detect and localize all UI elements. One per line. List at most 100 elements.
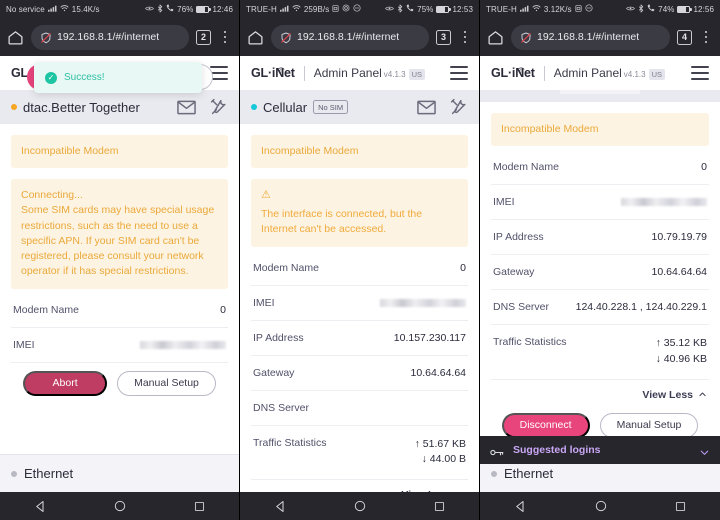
back-icon[interactable] [273, 499, 288, 514]
address-bar[interactable]: 192.168.8.1/#/internet [31, 24, 189, 50]
disconnect-button[interactable]: Disconnect [501, 412, 590, 438]
connection-section-header: dtac.Better Together [0, 90, 239, 124]
recents-icon[interactable] [433, 500, 446, 513]
wifi-icon [532, 4, 541, 14]
battery-percent-label: 75% [417, 4, 434, 14]
row-label: Modem Name [493, 161, 559, 174]
notice-text: Incompatible Modem [501, 123, 599, 135]
ethernet-section-header[interactable]: Ethernet [0, 454, 239, 492]
home-icon[interactable] [353, 499, 367, 513]
row-value: ↑ 51.67 KB ↓ 44.00 B [414, 437, 466, 466]
table-row: Traffic Statistics ↑ 35.12 KB ↓ 40.96 KB [491, 325, 709, 380]
status-bar-left: TRUE-H 259B/s [246, 4, 361, 14]
region-badge: US [648, 69, 666, 80]
success-toast: ✓ Success! [34, 62, 202, 93]
chevron-down-icon[interactable] [699, 445, 710, 456]
hamburger-menu-icon[interactable] [450, 66, 468, 80]
connection-details: Incompatible Modem Connecting... Some SIM… [0, 124, 239, 454]
url-text: 192.168.8.1/#/internet [297, 31, 400, 43]
connection-section-header: Cellular No SIM [240, 90, 479, 124]
battery-percent-label: 74% [658, 4, 675, 14]
row-label: IP Address [253, 331, 304, 344]
envelope-icon[interactable] [417, 100, 436, 115]
home-icon[interactable] [7, 29, 24, 46]
battery-icon [196, 5, 211, 13]
tab-count-button[interactable]: 4 [677, 29, 692, 45]
browser-toolbar: 192.168.8.1/#/internet 2 [0, 18, 239, 56]
tools-icon[interactable] [450, 98, 468, 116]
address-bar[interactable]: 192.168.8.1/#/internet [271, 24, 429, 50]
signal-icon [47, 5, 57, 14]
android-status-bar: TRUE-H 259B/s 75% 12:53 [240, 0, 479, 18]
row-value: 10.64.64.64 [410, 366, 466, 379]
hamburger-menu-icon[interactable] [691, 66, 709, 80]
status-bar-right: 75% 12:53 [385, 4, 473, 15]
home-icon[interactable] [487, 29, 504, 46]
webview: GL·iNet Admin Panel v4.1.3 US Cellular No SIM… [240, 56, 479, 492]
tab-count-button[interactable]: 3 [436, 29, 451, 45]
row-label: IMEI [253, 296, 275, 309]
clock-label: 12:46 [212, 4, 233, 14]
table-row: Traffic Statistics ↑ 51.67 KB ↓ 44.00 B [251, 426, 468, 481]
home-icon[interactable] [113, 499, 127, 513]
phone-icon [647, 4, 655, 14]
sim-status-badge: No SIM [313, 100, 349, 114]
view-less-toggle[interactable]: View Less [491, 380, 709, 405]
connection-details: Incompatible Modem Modem Name 0 IMEI IP Addr… [480, 102, 720, 454]
kebab-menu-icon[interactable] [699, 28, 713, 46]
address-bar[interactable]: 192.168.8.1/#/internet [511, 24, 670, 50]
view-less-toggle[interactable]: View Less [251, 480, 468, 492]
recents-icon[interactable] [193, 500, 206, 513]
table-row: DNS Server 124.40.228.1 , 124.40.229.1 [491, 290, 709, 326]
suggested-logins-bar[interactable]: Suggested logins [480, 436, 720, 464]
sim-icon [332, 4, 339, 14]
bluetooth-icon [157, 4, 163, 15]
row-label: Traffic Statistics [253, 436, 327, 449]
eye-icon [145, 5, 155, 14]
manual-setup-button[interactable]: Manual Setup [599, 412, 699, 438]
envelope-icon[interactable] [177, 100, 196, 115]
status-bar-right: 74% 12:56 [626, 4, 714, 15]
back-icon[interactable] [513, 499, 528, 514]
kebab-menu-icon[interactable] [218, 28, 232, 46]
status-dot [491, 470, 497, 477]
admin-panel-title-wrap: Admin Panelv4.1.3US [554, 66, 666, 80]
detail-rows: Modem Name 0 IMEI IP Address 10.79.19.79 Gate… [491, 150, 709, 380]
webview: GL·iNet Admin Panel v4.1.3 US Incompatible M… [480, 56, 720, 492]
table-row: IMEI [491, 185, 709, 221]
manual-setup-button[interactable]: Manual Setup [117, 370, 216, 396]
wifi-icon [60, 4, 69, 14]
phone-icon [406, 4, 414, 14]
status-dot [11, 104, 17, 110]
recents-icon[interactable] [674, 500, 687, 513]
row-label: Modem Name [13, 303, 79, 316]
home-icon[interactable] [594, 499, 608, 513]
tools-icon[interactable] [210, 98, 228, 116]
wifi-antenna-icon [517, 62, 525, 73]
view-less-label: View Less [401, 489, 452, 492]
browser-toolbar: 192.168.8.1/#/internet 4 [480, 18, 720, 56]
table-row: IP Address 10.157.230.117 [251, 321, 468, 356]
network-speed-label: 259B/s [303, 4, 330, 14]
notice-banner: Connecting... Some SIM cards may have sp… [11, 179, 228, 289]
ethernet-label: Ethernet [504, 466, 554, 481]
phone-panel-1: No service 15.4K/s 76% 12:46 192.168.8.1/#/i… [0, 0, 240, 520]
abort-button[interactable]: Abort [23, 370, 108, 396]
three-phone-screenshots: No service 15.4K/s 76% 12:46 192.168.8.1/#/i… [0, 0, 720, 520]
carrier-label: TRUE-H [486, 4, 517, 14]
kebab-menu-icon[interactable] [458, 28, 472, 46]
check-circle-icon: ✓ [45, 71, 57, 84]
notice-text: Connecting... Some SIM cards may have sp… [21, 189, 215, 278]
admin-header: GL·iNet Admin Panelv4.1.3US [240, 56, 479, 90]
home-icon[interactable] [247, 29, 264, 46]
back-icon[interactable] [33, 499, 48, 514]
phone-panel-3: TRUE-H 3.12K/s 74% 12:56 192.168.8.1/#/inter… [480, 0, 720, 520]
detail-rows: Modem Name 0 IMEI [11, 293, 228, 363]
row-label: IMEI [493, 196, 515, 209]
redacted-value [621, 198, 707, 207]
section-action-icons [177, 98, 228, 116]
tab-count-button[interactable]: 2 [196, 29, 211, 45]
signal-icon [279, 5, 289, 14]
row-value: 0 [460, 261, 466, 274]
warning-triangle-icon: ⚠ [261, 189, 271, 202]
